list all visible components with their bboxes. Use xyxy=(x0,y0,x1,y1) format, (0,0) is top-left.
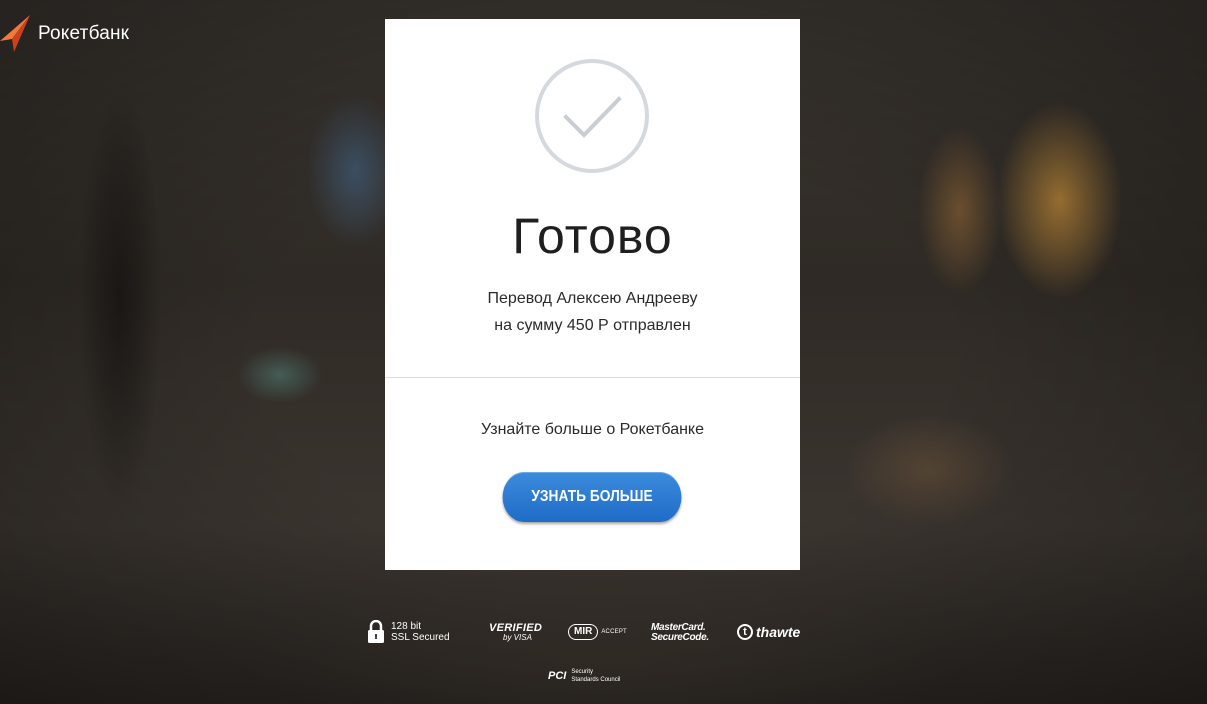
mastercard-securecode-badge: MasterCard. SecureCode. xyxy=(651,623,709,643)
transfer-message: Перевод Алексею Андрееву на сумму 450 Р … xyxy=(385,285,800,339)
verified-by-visa-badge: VERIFIED by VISA xyxy=(489,622,542,642)
thawte-label: thawte xyxy=(756,624,801,640)
lock-icon xyxy=(368,620,384,643)
brand-logo[interactable]: Рокетбанк xyxy=(0,14,129,54)
security-badges: 128 bit SSL Secured VERIFIED by VISA MIR… xyxy=(365,618,825,652)
success-title: Готово xyxy=(512,208,673,264)
pci-badge: PCI Security Standards Council xyxy=(548,668,620,684)
ssl-line2: SSL Secured xyxy=(391,632,450,643)
success-card: Готово Перевод Алексею Андрееву на сумму… xyxy=(385,19,800,570)
transfer-message-line2: на сумму 450 Р отправлен xyxy=(494,317,691,334)
card-divider xyxy=(385,377,800,378)
mir-accept-label: ACCEPT xyxy=(601,629,627,635)
ssl-line1: 128 bit xyxy=(391,621,422,632)
thawte-badge: t thawte xyxy=(737,624,800,640)
pci-line2: Standards Council xyxy=(571,677,621,683)
ssl-badge: 128 bit SSL Secured xyxy=(367,620,450,644)
rocket-logo-icon xyxy=(0,15,30,52)
thawte-icon: t xyxy=(737,624,753,640)
pci-mark: PCI xyxy=(548,670,567,682)
checkmark-icon xyxy=(535,59,649,173)
mastercard-line2: SecureCode. xyxy=(651,632,709,643)
mir-label: MIR xyxy=(568,624,599,640)
transfer-message-line1: Перевод Алексею Андрееву xyxy=(487,290,698,307)
pci-line1: Security xyxy=(571,669,594,675)
mir-accept-badge: MIR ACCEPT xyxy=(568,624,627,640)
visa-line2: by VISA xyxy=(503,633,532,642)
brand-name: Рокетбанк xyxy=(38,23,130,44)
learn-more-text: Узнайте больше о Рокетбанке xyxy=(480,421,705,438)
learn-more-button[interactable]: УЗНАТЬ БОЛЬШЕ xyxy=(502,472,682,522)
